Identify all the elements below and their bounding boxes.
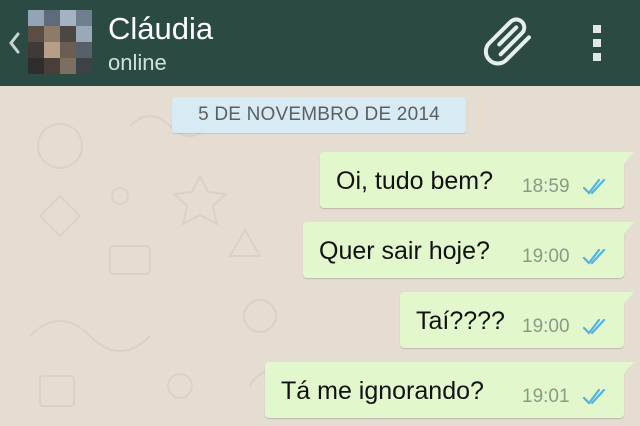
message-bubble[interactable]: Oi, tudo bem? 18:59 (320, 152, 634, 208)
message-text: Tá me ignorando? (281, 377, 484, 405)
message-time: 19:00 (522, 246, 570, 267)
paperclip-icon[interactable] (482, 16, 542, 70)
message-time: 19:01 (522, 386, 570, 407)
read-receipt-icon (582, 318, 606, 335)
avatar[interactable] (28, 10, 92, 74)
chat-header: Cláudia online (0, 0, 640, 86)
contact-status: online (108, 50, 167, 75)
read-receipt-icon (582, 388, 606, 405)
message-time: 19:00 (522, 316, 570, 337)
message-bubble[interactable]: Taí???? 19:00 (400, 292, 634, 348)
message-bubble[interactable]: Tá me ignorando? 19:01 (265, 362, 634, 418)
chat-screen: Cláudia online 5 DE NOVEMBRO DE 2014 Oi,… (0, 0, 640, 426)
overflow-menu-icon[interactable] (582, 20, 612, 66)
chevron-left-icon[interactable] (6, 28, 24, 58)
message-bubble[interactable]: Quer sair hoje? 19:00 (303, 222, 634, 278)
avatar-image (28, 10, 92, 74)
message-time: 18:59 (522, 176, 570, 197)
message-text: Taí???? (416, 307, 505, 335)
contact-name[interactable]: Cláudia (108, 10, 213, 48)
read-receipt-icon (582, 178, 606, 195)
message-text: Quer sair hoje? (319, 237, 490, 265)
read-receipt-icon (582, 248, 606, 265)
message-text: Oi, tudo bem? (336, 167, 494, 195)
date-separator: 5 DE NOVEMBRO DE 2014 (172, 97, 466, 133)
